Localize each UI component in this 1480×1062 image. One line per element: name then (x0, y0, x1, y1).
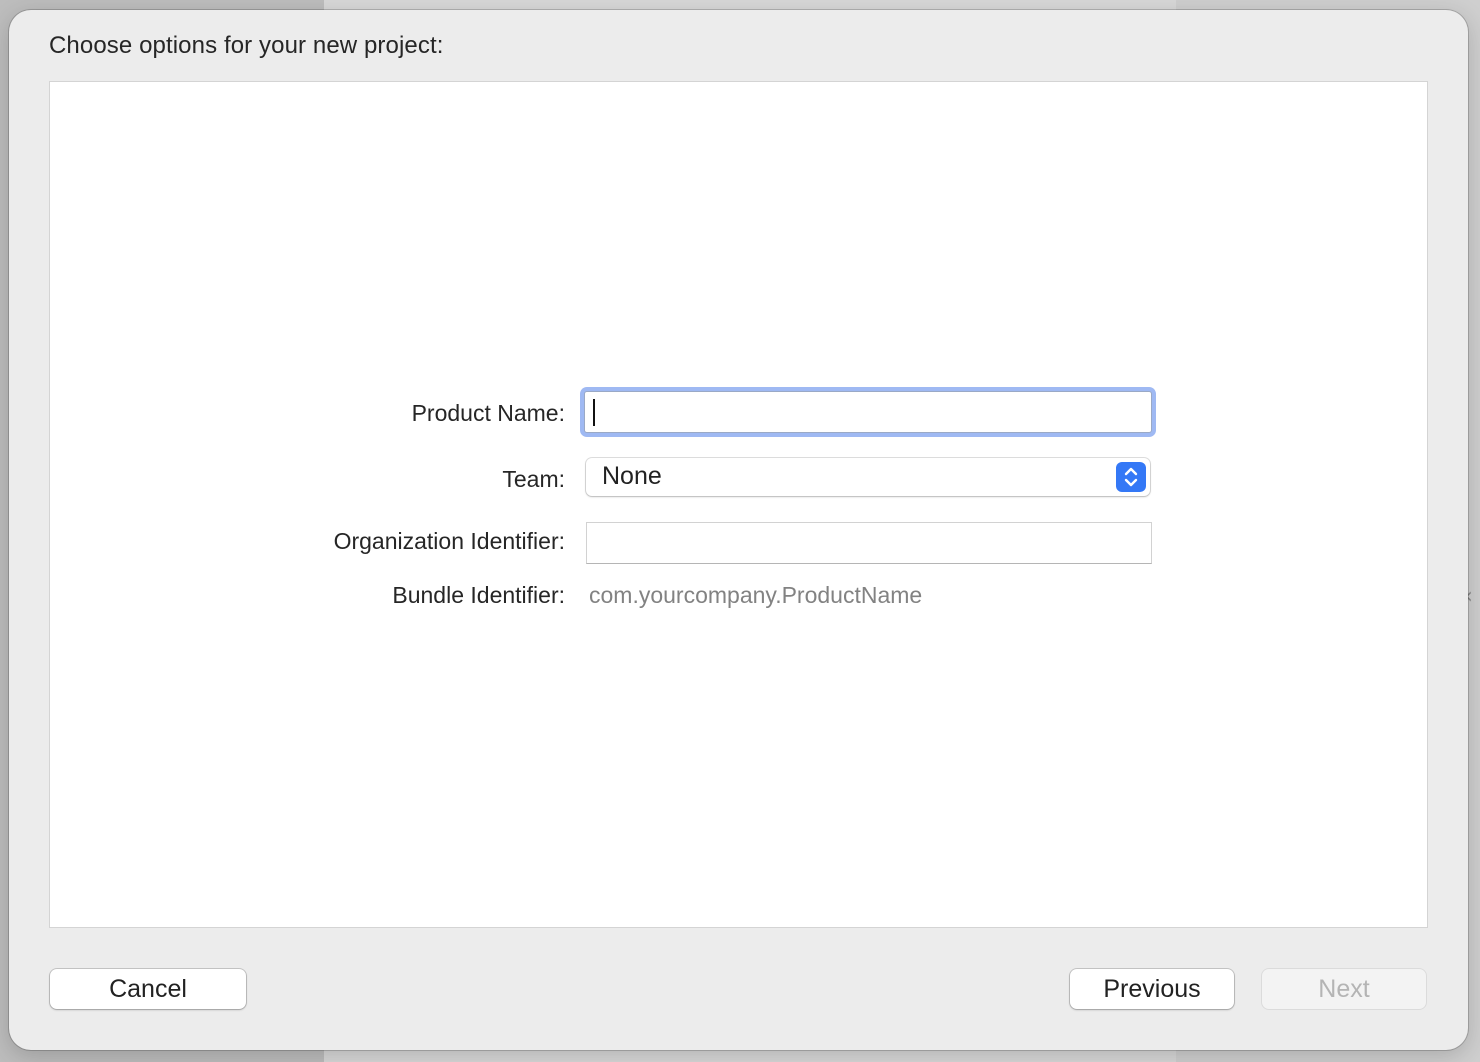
team-popup-button[interactable]: None (586, 458, 1150, 496)
product-name-label: Product Name: (411, 400, 565, 426)
new-project-options-sheet: Choose options for your new project: Pro… (9, 10, 1468, 1050)
up-down-chevron-icon (1116, 462, 1146, 492)
bundle-identifier-label: Bundle Identifier: (392, 582, 565, 608)
sheet-title: Choose options for your new project: (49, 32, 444, 59)
bundle-identifier-value: com.yourcompany.ProductName (589, 582, 923, 608)
organization-identifier-input[interactable] (586, 522, 1152, 564)
options-panel: Product Name: Team: None Organization Id… (49, 81, 1428, 928)
previous-button[interactable]: Previous (1070, 969, 1234, 1009)
product-name-input[interactable] (584, 391, 1152, 433)
next-button[interactable]: Next (1262, 969, 1426, 1009)
text-caret (593, 399, 595, 426)
team-selected-value: None (602, 462, 662, 490)
organization-identifier-label: Organization Identifier: (333, 528, 565, 554)
cancel-button[interactable]: Cancel (50, 969, 246, 1009)
team-label: Team: (502, 466, 565, 492)
